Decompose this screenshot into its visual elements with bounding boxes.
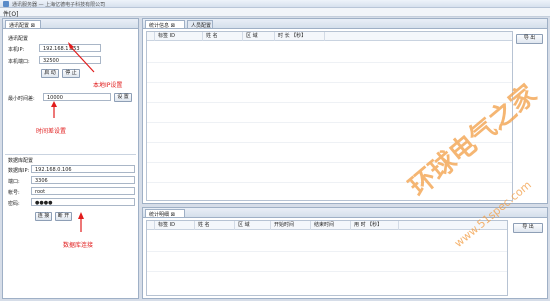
tab-stats-detail-label: 统计明细 (149, 212, 170, 218)
db-password-field[interactable]: ●●●● (31, 198, 135, 206)
db-port-label: 端口: (8, 179, 20, 185)
menu-file[interactable]: 件[O] (3, 9, 18, 18)
set-interval-button[interactable]: 设 置 (114, 93, 132, 102)
db-account-label: 帐号: (8, 190, 20, 196)
start-button[interactable]: 启 动 (41, 69, 59, 78)
db-ip-field[interactable]: 192.168.0.106 (31, 165, 135, 173)
col-tag-id[interactable]: 标签 ID (155, 221, 195, 230)
export-stats-button[interactable]: 导 出 (516, 34, 543, 44)
tab-stats-info[interactable]: 统计信息 ⊠ (145, 20, 185, 29)
db-section-label: 数据库配置 (8, 158, 34, 164)
annotation-interval: 时间差设置 (36, 128, 67, 135)
db-ip-label: 数据库IP: (8, 168, 30, 174)
detail-table-header: 标签 ID 姓 名 区 域 开始时间 结束时间 用 时 【秒】 (147, 221, 507, 230)
db-password-label: 密码: (8, 201, 20, 207)
tab-stats-detail[interactable]: 统计明细 ⊠ (145, 209, 185, 218)
section-divider (5, 154, 136, 155)
local-port-label: 本机端口: (8, 59, 30, 65)
row-index-header (147, 221, 155, 230)
export-detail-button[interactable]: 导 出 (513, 223, 543, 233)
window-title: 通讯服务器 — 上海亿德电子科技有限公司 (12, 2, 106, 8)
detail-table: 标签 ID 姓 名 区 域 开始时间 结束时间 用 时 【秒】 (146, 220, 508, 296)
table-row (147, 122, 512, 123)
annotation-db: 数据库连接 (63, 242, 94, 249)
col-start-time[interactable]: 开始时间 (271, 221, 311, 230)
db-port-field[interactable]: 3306 (31, 176, 135, 184)
interval-field[interactable]: 10000 (43, 93, 111, 101)
col-name[interactable]: 姓 名 (203, 32, 243, 41)
col-duration[interactable]: 时 长 【秒】 (275, 32, 325, 41)
app-icon (3, 1, 9, 7)
local-port-field[interactable]: 32500 (39, 56, 101, 64)
stats-table: 标签 ID 姓 名 区 域 时 长 【秒】 (146, 31, 513, 201)
tab-personnel-config-label: 人员配置 (191, 23, 212, 29)
tab-close-icon[interactable]: ⊠ (171, 212, 175, 218)
stats-tabstrip: 统计信息 ⊠ 人员配置 (143, 19, 547, 29)
row-index-header (147, 32, 155, 41)
stats-table-header: 标签 ID 姓 名 区 域 时 长 【秒】 (147, 32, 512, 41)
tab-comm-config-label: 通讯配置 (9, 23, 30, 29)
tab-stats-info-label: 统计信息 (149, 23, 170, 29)
col-elapsed[interactable]: 用 时 【秒】 (351, 221, 399, 230)
annotation-local-ip: 本地IP设置 (93, 82, 123, 89)
tab-comm-config[interactable]: 通讯配置 ⊠ (5, 20, 41, 29)
comm-section-label: 通讯配置 (8, 36, 29, 42)
table-row (147, 62, 512, 63)
table-row (147, 251, 507, 252)
stop-button[interactable]: 停 止 (62, 69, 80, 78)
table-row (147, 271, 507, 272)
local-ip-field[interactable]: 192.168.1.253 (39, 44, 101, 52)
disconnect-button[interactable]: 断 开 (55, 212, 72, 221)
tab-close-icon[interactable]: ⊠ (31, 23, 35, 29)
left-tabstrip: 通讯配置 ⊠ (3, 19, 138, 29)
col-name[interactable]: 姓 名 (195, 221, 235, 230)
col-tag-id[interactable]: 标签 ID (155, 32, 203, 41)
col-end-time[interactable]: 结束时间 (311, 221, 351, 230)
table-row (147, 182, 512, 183)
db-account-field[interactable]: root (31, 187, 135, 195)
interval-label: 最小时间差: (8, 96, 35, 102)
table-row (147, 82, 512, 83)
table-row (147, 102, 512, 103)
menu-bar (0, 8, 550, 17)
left-panel: 通讯配置 ⊠ 通讯配置 本机IP: 192.168.1.253 本机端口: 32… (2, 18, 139, 299)
tab-close-icon[interactable]: ⊠ (171, 23, 175, 29)
connect-button[interactable]: 连 接 (35, 212, 52, 221)
tab-personnel-config[interactable]: 人员配置 (187, 20, 213, 29)
col-area[interactable]: 区 域 (243, 32, 275, 41)
local-ip-label: 本机IP: (8, 47, 25, 53)
col-area[interactable]: 区 域 (235, 221, 271, 230)
